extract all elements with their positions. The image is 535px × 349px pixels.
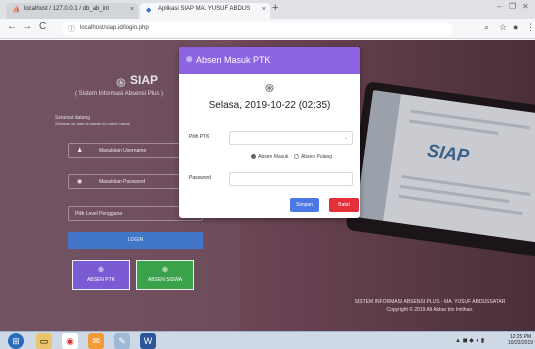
tab-close-icon[interactable]: × <box>130 6 134 13</box>
bookmark-star-icon[interactable]: ☆ <box>499 22 507 33</box>
tab-phpmyadmin[interactable]: ⛵ localhost / 127.0.0.1 / db_ab_int × <box>6 3 138 19</box>
absen-siswa-button[interactable]: ֍ ABSEN SISWA <box>136 260 194 290</box>
file-explorer-icon[interactable]: ▭ <box>36 333 52 349</box>
radio-absen-pulang[interactable] <box>293 154 299 160</box>
chevron-down-icon: ⌄ <box>343 135 348 141</box>
taskbar-clock[interactable]: 12:25 PM 10/22/2019 <box>508 334 533 346</box>
chrome-icon[interactable]: ◉ <box>62 333 78 349</box>
start-button-icon[interactable]: ⊞ <box>8 333 24 349</box>
laptop-screen-line <box>410 109 530 130</box>
laptop-screen-line <box>401 174 531 197</box>
info-icon: ⓘ <box>68 26 75 33</box>
laptop-screen: SIAP <box>355 90 535 244</box>
level-placeholder: Pilih Level Pengguna <box>75 211 122 217</box>
modal-title: Absen Masuk PTK <box>196 55 271 65</box>
absen-modal: ֍ Absen Masuk PTK ֍ Selasa, 2019-10-22 (… <box>179 47 360 218</box>
fingerprint-icon: ֍ <box>265 83 274 95</box>
radio-absen-masuk[interactable] <box>251 154 256 160</box>
taskbar: ⊞ ▭ ◉ ✉ ✎ W ▲ ◼ ◆ ◖ ▮ 12:25 PM 10/22/201… <box>0 331 535 349</box>
menu-kebab-icon[interactable]: ⋮ <box>526 22 535 33</box>
clock-date: 10/22/2019 <box>508 340 534 346</box>
absen-siswa-label: ABSEN SISWA <box>147 277 183 283</box>
page-footer: SISTEM INFORMASI ABSENSI PLUS - MA. YUSU… <box>330 298 530 314</box>
zoom-icon[interactable]: ⌕ <box>484 22 489 33</box>
laptop-image: SIAP <box>345 81 535 259</box>
url-text: localhost/siap.id/login.php <box>80 25 149 31</box>
browser-tabstrip: ⛵ localhost / 127.0.0.1 / db_ab_int × ◆ … <box>0 0 535 19</box>
absen-type-radios: Absen Masuk Absen Pulang <box>251 154 332 160</box>
app-subtitle: ( Sistem Informasi Absensi Plus ) <box>75 91 164 97</box>
back-button[interactable]: ← <box>7 21 17 32</box>
laptop-screen-line <box>398 194 523 216</box>
tab-label: Aplikasi SIAP MA. YUSUF ABDUS <box>158 6 251 12</box>
laptop-screen-sidebar <box>355 90 401 221</box>
absen-ptk-label: ABSEN PTK <box>86 277 116 283</box>
absen-ptk-button[interactable]: ֍ ABSEN PTK <box>72 260 130 290</box>
close-window-icon[interactable]: ✕ <box>522 2 529 11</box>
username-placeholder: Masukkan Username <box>99 148 147 154</box>
password-label: Password <box>189 175 211 181</box>
radio-masuk-label: Absen Masuk <box>258 154 289 160</box>
fingerprint-icon: ֍ <box>162 267 168 274</box>
login-button[interactable]: LOGIN <box>68 232 203 249</box>
notepad-icon[interactable]: ✎ <box>114 333 130 349</box>
url-field[interactable]: ⓘ localhost/siap.id/login.php <box>62 22 452 36</box>
radio-pulang-label: Absen Pulang <box>300 154 333 160</box>
modal-password-input[interactable] <box>229 172 353 186</box>
tab-siap-app[interactable]: ◆ Aplikasi SIAP MA. YUSUF ABDUS × <box>140 3 270 19</box>
ptk-select[interactable]: ⌄ <box>229 131 353 145</box>
modal-datetime: Selasa, 2019-10-22 (02:35) <box>208 100 331 111</box>
fingerprint-icon: ֍ <box>98 267 104 274</box>
fingerprint-logo-icon: ֍ <box>116 76 126 90</box>
lock-icon: ◉ <box>77 179 83 185</box>
tab-label: localhost / 127.0.0.1 / db_ab_int <box>24 6 110 12</box>
minimize-icon[interactable]: – <box>497 2 501 11</box>
instruction-text: Silahkan isi data di bawah ini untuk mas… <box>55 121 131 126</box>
sail-favicon-icon: ⛵ <box>12 7 21 14</box>
forward-button[interactable]: → <box>22 21 32 32</box>
system-tray-icons[interactable]: ▲ ◼ ◆ ◖ ▮ <box>455 337 484 344</box>
save-button[interactable]: Simpan <box>290 198 319 212</box>
word-icon[interactable]: W <box>140 333 156 349</box>
maximize-icon[interactable]: ❐ <box>509 2 516 11</box>
app-title: SIAP <box>130 73 159 87</box>
pilih-ptk-label: Pilih PTK <box>189 134 210 140</box>
reload-button[interactable]: C <box>39 21 46 32</box>
app-favicon-icon: ◆ <box>146 7 152 14</box>
password-placeholder: Masukkan Password <box>99 179 146 185</box>
footer-copyright: Copyright © 2019 Ali Akbar bin Imtihan. <box>386 307 474 313</box>
laptop-siap-logo: SIAP <box>426 140 471 167</box>
tab-close-icon[interactable]: × <box>262 6 266 13</box>
footer-title: SISTEM INFORMASI ABSENSI PLUS - MA. YUSU… <box>354 299 506 305</box>
cancel-button[interactable]: Batal <box>329 198 359 212</box>
app-icon[interactable]: ✉ <box>88 333 104 349</box>
address-bar-row: ← → C ⓘ localhost/siap.id/login.php ⌕ ☆ … <box>0 19 535 39</box>
new-tab-button[interactable]: + <box>272 2 278 14</box>
profile-icon[interactable]: ● <box>513 22 518 32</box>
modal-header: ֍ Absen Masuk PTK <box>179 47 360 74</box>
user-icon: ♟ <box>77 148 83 154</box>
fingerprint-icon: ֍ <box>186 55 193 64</box>
